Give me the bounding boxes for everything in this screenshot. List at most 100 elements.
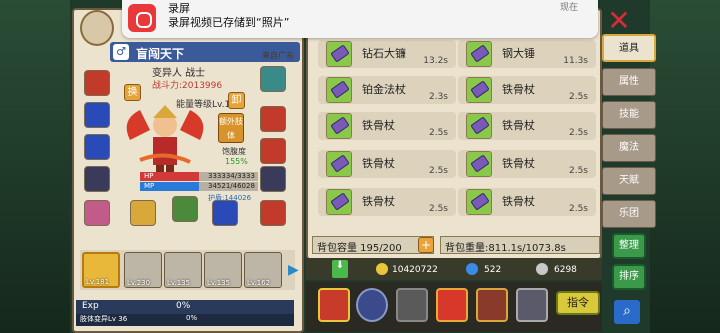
skill-slot-2[interactable]	[356, 288, 388, 322]
screen-record-icon	[128, 4, 156, 32]
equip-slot-belt[interactable]	[260, 138, 286, 164]
character-title: 变异人 战士	[152, 68, 206, 79]
exp-bar: Exp 0%	[76, 300, 294, 314]
chevron-right-icon[interactable]: ▶	[288, 262, 299, 278]
skill-slot-5[interactable]	[476, 288, 508, 322]
equip-slot-offhand[interactable]	[212, 200, 238, 226]
command-button[interactable]: 指令	[556, 291, 600, 315]
item-time: 2.5s	[568, 92, 588, 102]
weapon-icon	[326, 113, 352, 139]
inventory-item[interactable]: 铁骨杖 2.5s	[318, 188, 456, 216]
mp-value: 34521/46028	[208, 182, 255, 190]
inventory-item[interactable]: 铁骨杖 2.5s	[458, 76, 596, 104]
satiety-value: 155%	[225, 157, 248, 166]
tab-items[interactable]: 道具	[602, 34, 656, 62]
equip-slot-ring[interactable]	[84, 200, 110, 226]
tab-band[interactable]: 乐团	[602, 200, 656, 228]
mp-label: MP	[144, 182, 155, 190]
rank-badge-icon[interactable]	[80, 10, 114, 46]
skill-slot-6[interactable]	[516, 288, 548, 322]
pet-slot[interactable]: Lv.162	[244, 252, 282, 288]
inventory-item[interactable]: 铁骨杖 2.5s	[318, 112, 456, 140]
diamond-icon	[466, 263, 478, 275]
item-name: 铂金法杖	[362, 83, 406, 96]
satiety-label: 饱腹度	[222, 147, 246, 156]
tab-attributes[interactable]: 属性	[602, 68, 656, 96]
skill-slot-4[interactable]	[436, 288, 468, 322]
hp-value: 333334/3333	[208, 172, 255, 180]
pet-level: Lv.135	[207, 279, 231, 287]
item-time: 2.5s	[428, 166, 448, 176]
inventory-item[interactable]: 铁骨杖 2.5s	[318, 150, 456, 178]
organize-button[interactable]: 整理	[612, 233, 646, 259]
equip-slot-bracer[interactable]	[260, 106, 286, 132]
tab-magic[interactable]: 魔法	[602, 134, 656, 162]
skill-slot-1[interactable]	[318, 288, 350, 322]
item-name: 铁骨杖	[362, 195, 395, 208]
expand-capacity-button[interactable]: +	[418, 237, 434, 253]
item-time: 2.5s	[428, 204, 448, 214]
weapon-icon	[466, 77, 492, 103]
item-time: 2.3s	[428, 92, 448, 102]
equip-slot-weapon[interactable]	[130, 200, 156, 226]
body-mutation-percent: 0%	[186, 314, 198, 322]
item-name: 铁骨杖	[502, 119, 535, 132]
item-name: 铁骨杖	[362, 119, 395, 132]
notification-time: 现在	[560, 3, 579, 13]
equip-slot-accessory[interactable]	[260, 200, 286, 226]
close-icon[interactable]: ✕	[604, 6, 634, 36]
download-icon[interactable]: ⬇	[332, 260, 348, 278]
pet-level: Lv.230	[127, 279, 151, 287]
sort-button[interactable]: 排序	[612, 264, 646, 290]
item-name: 钻石大镰	[362, 47, 406, 60]
body-mutation-label: 肢体变异Lv 36	[80, 315, 128, 323]
inventory-item[interactable]: 钻石大镰 13.2s	[318, 40, 456, 68]
equip-slot-amulet[interactable]	[260, 66, 286, 92]
tab-talent[interactable]: 天赋	[602, 167, 656, 195]
extra-body-button[interactable]: 额外肢体	[218, 113, 244, 143]
equip-slot-boots[interactable]	[84, 166, 110, 192]
weapon-icon	[466, 151, 492, 177]
body-mutation-bar: 肢体变异Lv 36 0%	[76, 314, 294, 326]
equip-slot-pet-food[interactable]	[172, 196, 198, 222]
equip-slot-pants[interactable]	[84, 134, 110, 160]
pet-slot[interactable]: Lv.181	[82, 252, 120, 288]
equip-slot-armor[interactable]	[84, 102, 110, 128]
item-name: 铁骨杖	[362, 157, 395, 170]
inventory-item[interactable]: 铁骨杖 2.5s	[458, 150, 596, 178]
character-origin: 来自广东	[262, 51, 294, 60]
hp-label: HP	[144, 172, 154, 180]
equip-slot-helmet[interactable]	[84, 70, 110, 96]
unequip-button[interactable]: 卸	[228, 92, 245, 109]
skill-slot-3[interactable]	[396, 288, 428, 322]
combat-power: 战斗力:2013996	[152, 81, 223, 91]
hero-figure	[126, 105, 204, 177]
swap-button[interactable]: 换	[124, 84, 141, 101]
exp-percent: 0%	[176, 301, 191, 311]
pet-slot[interactable]: Lv.135	[204, 252, 242, 288]
pet-slot[interactable]: Lv.135	[164, 252, 202, 288]
notification-message: 录屏视频已存储到“照片”	[168, 16, 290, 29]
item-time: 2.5s	[568, 166, 588, 176]
inventory-item[interactable]: 铁骨杖 2.5s	[458, 112, 596, 140]
weapon-icon	[326, 189, 352, 215]
item-time: 11.3s	[563, 56, 588, 66]
scene-background-left	[0, 0, 70, 333]
inventory-item[interactable]: 铁骨杖 2.5s	[458, 188, 596, 216]
item-name: 铁骨杖	[502, 195, 535, 208]
search-icon[interactable]: ⌕	[614, 300, 640, 324]
weapon-icon	[326, 151, 352, 177]
diamond-amount: 522	[484, 265, 502, 275]
weapon-icon	[466, 113, 492, 139]
character-name: 盲闯天下	[136, 47, 185, 61]
pet-level: Lv.162	[247, 279, 271, 287]
inventory-item[interactable]: 钢大锤 11.3s	[458, 40, 596, 68]
weapon-icon	[466, 189, 492, 215]
inventory-item[interactable]: 铂金法杖 2.3s	[318, 76, 456, 104]
pet-slot[interactable]: Lv.230	[124, 252, 162, 288]
shield-value: 护盾:144026	[208, 194, 252, 202]
weapon-icon	[326, 41, 352, 67]
item-name: 铁骨杖	[502, 157, 535, 170]
tab-skills[interactable]: 技能	[602, 101, 656, 129]
equip-slot-glove[interactable]	[260, 166, 286, 192]
